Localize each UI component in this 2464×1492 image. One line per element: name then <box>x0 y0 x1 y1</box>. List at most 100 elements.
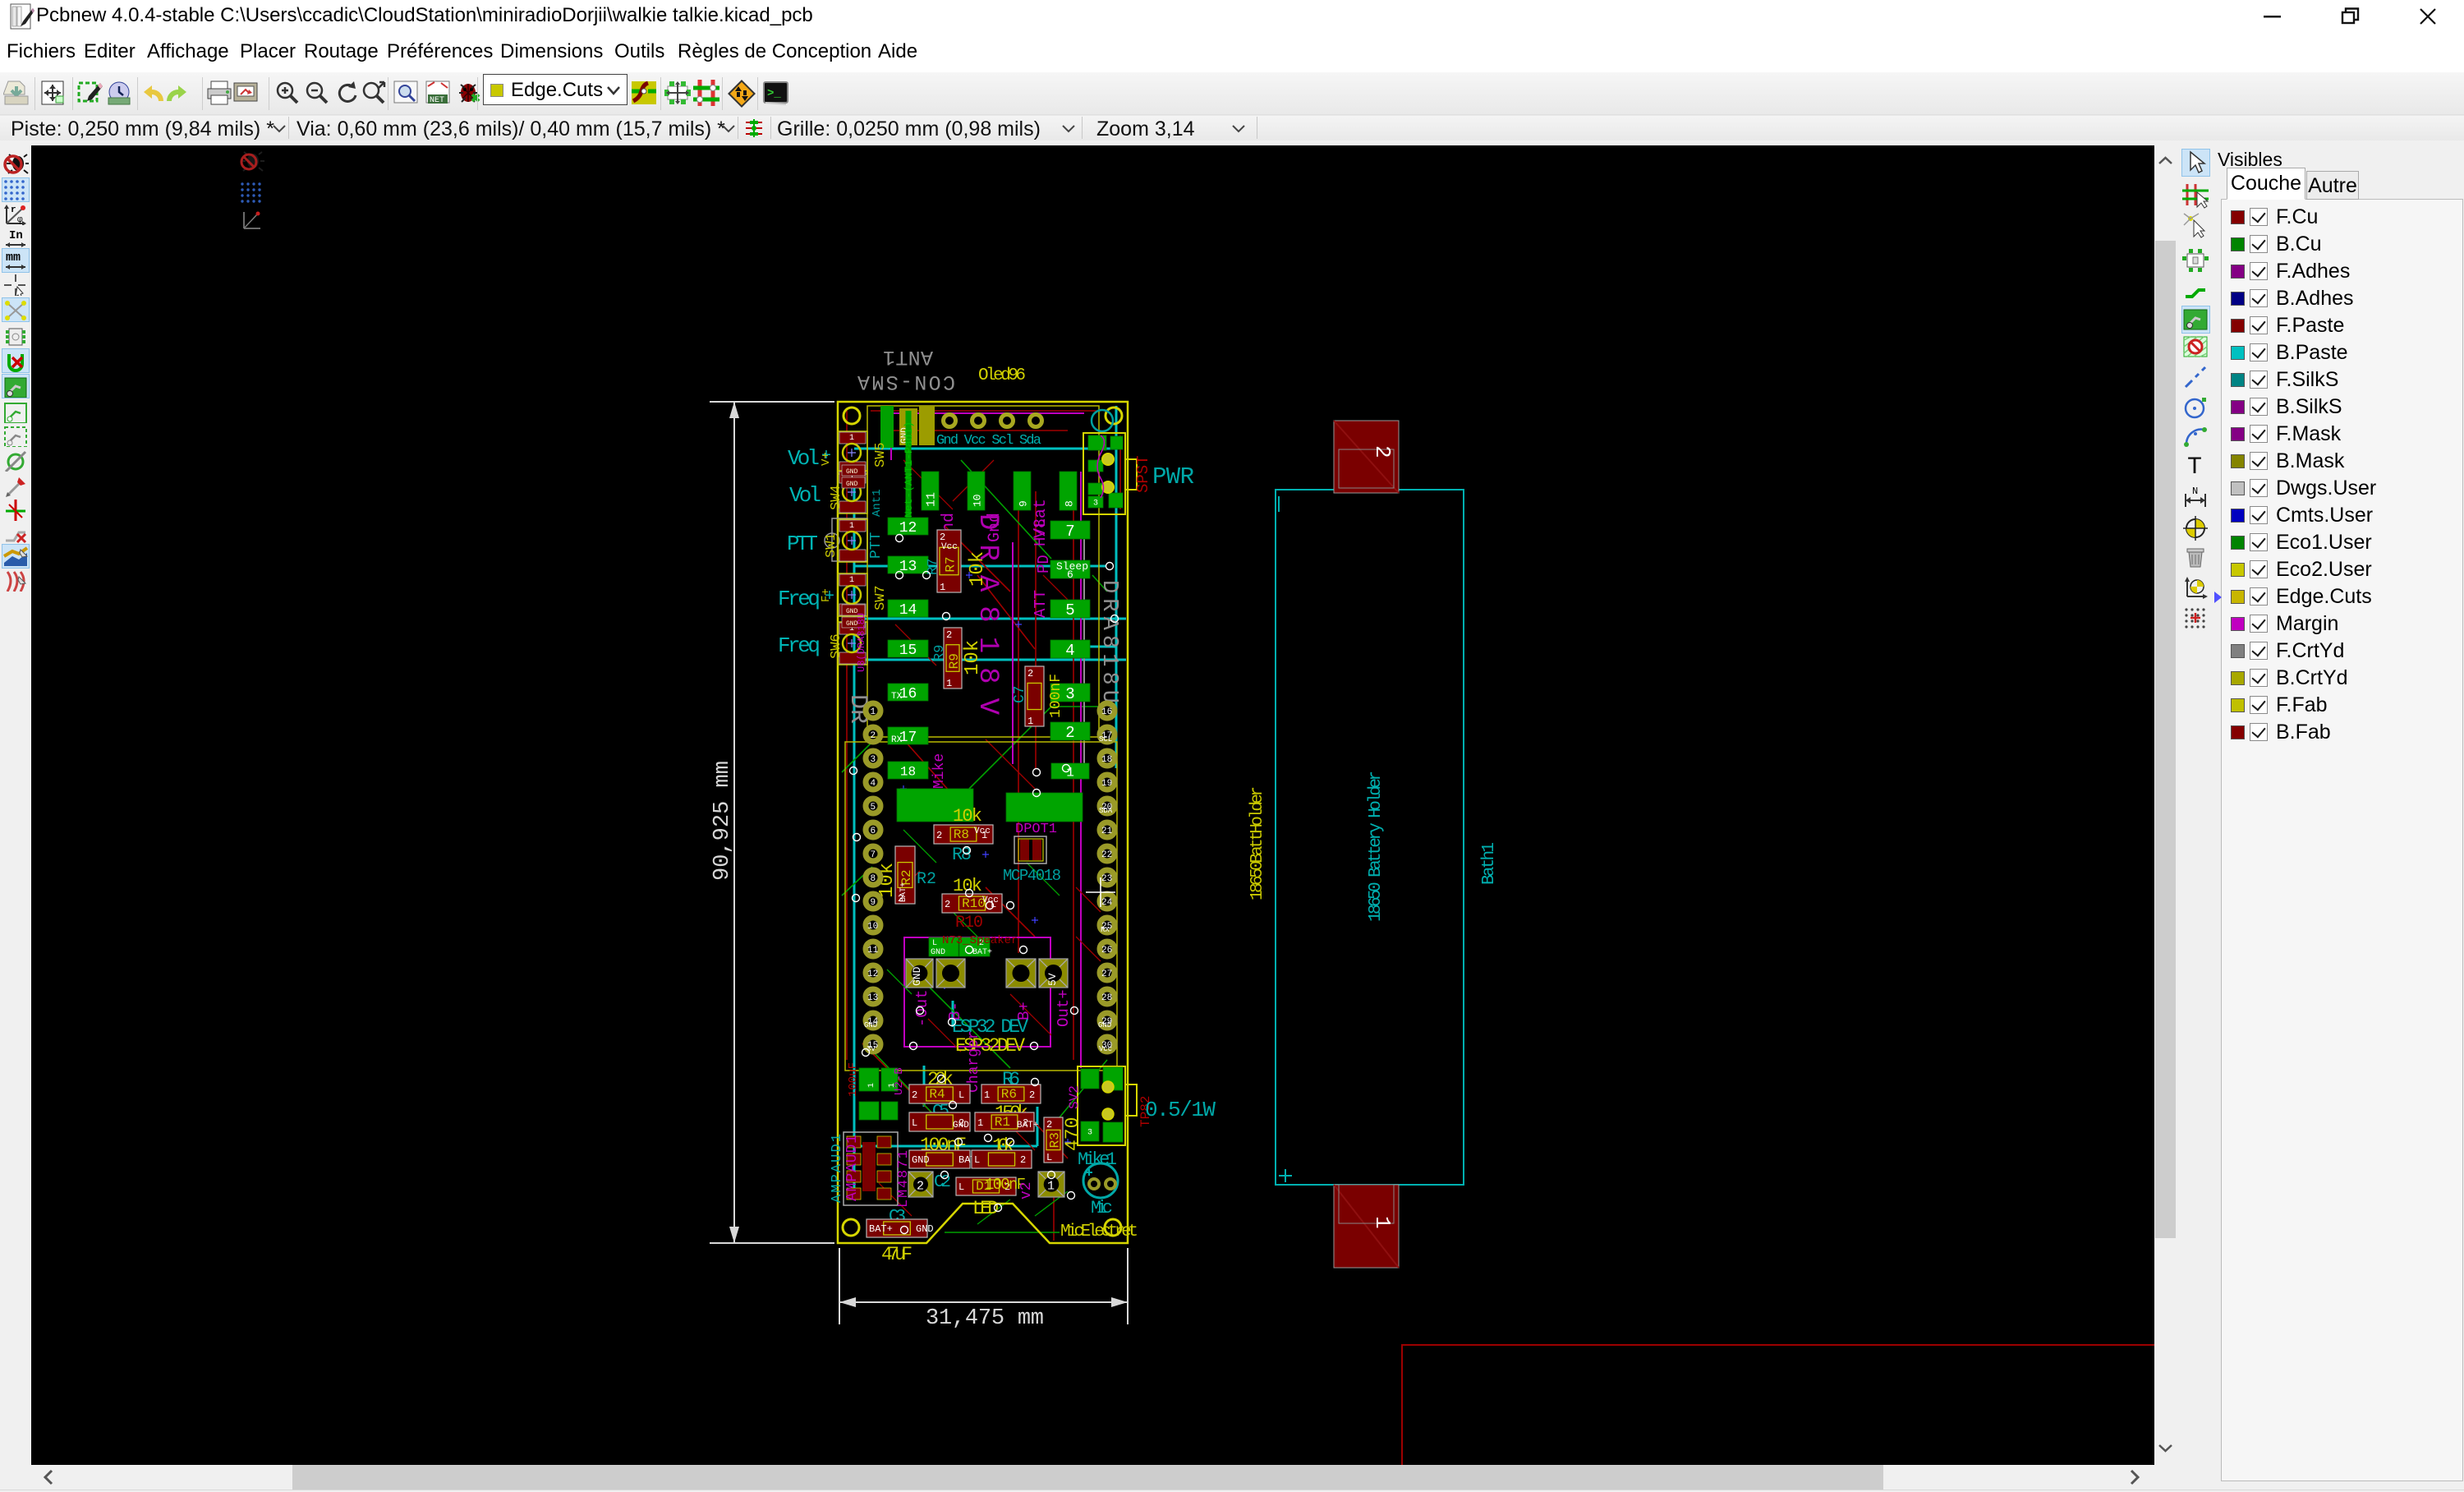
svg-text:12: 12 <box>899 520 917 536</box>
svg-text:90,925 mm: 90,925 mm <box>710 761 735 881</box>
svg-text:SV2: SV2 <box>1067 1085 1082 1109</box>
svg-text:1: 1 <box>940 582 945 593</box>
svg-text:DPOT1: DPOT1 <box>1015 822 1057 837</box>
svg-text:SW5: SW5 <box>873 442 889 467</box>
svg-text:L: L <box>932 939 937 948</box>
svg-text:24: 24 <box>1101 898 1113 908</box>
svg-text:2: 2 <box>1370 445 1395 458</box>
svg-text:18650BattHolder: 18650BattHolder <box>1248 786 1267 900</box>
svg-text:GND: GND <box>1098 1021 1111 1029</box>
svg-text:2: 2 <box>917 1180 924 1194</box>
svg-text:11: 11 <box>867 946 879 956</box>
svg-text:Vol: Vol <box>788 446 820 471</box>
svg-text:10k: 10k <box>953 876 982 896</box>
svg-text:16: 16 <box>1101 707 1112 717</box>
svg-text:1: 1 <box>871 707 876 717</box>
svg-text:N73_Speaker: N73_Speaker <box>942 934 1018 947</box>
svg-text:φ: φ <box>17 215 23 225</box>
svg-text:MicElectret: MicElectret <box>1060 1223 1138 1241</box>
svg-text:13: 13 <box>867 993 878 1003</box>
svg-text:4: 4 <box>871 779 876 789</box>
svg-text:H/L: H/L <box>1032 518 1050 546</box>
svg-text:R1: R1 <box>995 1115 1010 1130</box>
svg-text:BAT+: BAT+ <box>899 882 908 902</box>
svg-text:AMPAUD1: AMPAUD1 <box>830 1134 845 1203</box>
svg-text:2: 2 <box>936 830 942 841</box>
svg-text:100uF: 100uF <box>847 1062 860 1097</box>
svg-text:Net-(ANT1-Pad1): Net-(ANT1-Pad1) <box>903 421 915 518</box>
svg-text:mm: mm <box>6 251 21 265</box>
svg-text:R4: R4 <box>929 1087 945 1102</box>
svg-text:L: L <box>958 1181 964 1193</box>
svg-text:GND: GND <box>931 948 945 957</box>
svg-text:2: 2 <box>946 629 952 641</box>
svg-text:r: r <box>11 205 16 215</box>
svg-text:3: 3 <box>1093 500 1098 509</box>
svg-text:1: 1 <box>849 434 854 443</box>
svg-text:Vcc: Vcc <box>1099 1045 1112 1053</box>
svg-text:>_: >_ <box>767 87 781 100</box>
svg-text:2: 2 <box>1065 724 1074 742</box>
svg-text:31,475 mm: 31,475 mm <box>926 1306 1044 1331</box>
svg-text:22: 22 <box>1101 850 1112 860</box>
svg-text:PTT: PTT <box>868 532 885 559</box>
svg-text:2: 2 <box>1020 1154 1026 1166</box>
svg-text:1: 1 <box>984 1089 990 1101</box>
svg-text:26: 26 <box>1101 946 1112 956</box>
svg-text:2: 2 <box>912 1089 917 1101</box>
svg-text:R3: R3 <box>1048 1132 1063 1148</box>
svg-text:3: 3 <box>1087 1129 1092 1138</box>
svg-text:1: 1 <box>1047 1180 1055 1194</box>
svg-text:Freq: Freq <box>778 587 821 611</box>
svg-text:9: 9 <box>1018 500 1030 507</box>
svg-text:Vcc: Vcc <box>941 542 958 552</box>
svg-text:L: L <box>912 1117 917 1129</box>
svg-text:1: 1 <box>867 1083 876 1088</box>
svg-text:RX: RX <box>891 735 903 745</box>
svg-text:PTT: PTT <box>787 532 818 556</box>
svg-text:2: 2 <box>871 731 876 741</box>
svg-text:RX: RX <box>1101 926 1110 934</box>
svg-text:SW4: SW4 <box>829 485 844 510</box>
svg-text:C7: C7 <box>1012 685 1028 703</box>
svg-text:SW7: SW7 <box>873 585 889 610</box>
svg-text:R2: R2 <box>917 870 936 889</box>
svg-text:R9: R9 <box>932 645 948 661</box>
svg-text:GND: GND <box>846 468 858 476</box>
svg-text:SPST: SPST <box>1134 455 1152 493</box>
svg-text:AMPAUD1: AMPAUD1 <box>844 1135 861 1201</box>
svg-text:GND: GND <box>912 1154 930 1166</box>
svg-text:PD: PD <box>1035 555 1053 573</box>
svg-text:SDA: SDA <box>1099 807 1113 815</box>
svg-text:TX: TX <box>891 692 903 702</box>
svg-text:Vcc: Vcc <box>974 827 991 836</box>
svg-text:2: 2 <box>1046 1119 1052 1131</box>
svg-text:3: 3 <box>1065 685 1074 703</box>
svg-text:7: 7 <box>871 850 876 860</box>
svg-text:GND: GND <box>953 1121 969 1131</box>
svg-text:DRA818U: DRA818U <box>1096 580 1121 703</box>
svg-text:47uF: 47uF <box>881 1244 913 1265</box>
svg-text:R8: R8 <box>954 827 969 842</box>
svg-text:2: 2 <box>1027 668 1033 679</box>
svg-text:L: L <box>974 1154 980 1166</box>
svg-text:1: 1 <box>849 576 854 585</box>
svg-text:11: 11 <box>925 492 939 507</box>
svg-text:v2: v2 <box>1018 1181 1035 1200</box>
svg-text:18: 18 <box>1101 755 1112 765</box>
svg-text:GND: GND <box>864 1021 877 1029</box>
svg-text:Out+: Out+ <box>1055 989 1073 1027</box>
svg-text:12: 12 <box>867 969 878 979</box>
svg-text:19: 19 <box>1101 779 1112 789</box>
svg-text:SCL: SCL <box>1099 735 1112 744</box>
svg-text:23: 23 <box>1101 874 1112 884</box>
svg-text:10: 10 <box>867 922 878 932</box>
svg-text:100nF: 100nF <box>1048 674 1064 718</box>
svg-text:Oled96: Oled96 <box>978 366 1026 385</box>
svg-text:R6: R6 <box>1001 1087 1017 1102</box>
svg-text:Charger: Charger <box>966 1030 982 1093</box>
svg-text:8: 8 <box>871 874 876 884</box>
svg-text:ANT1: ANT1 <box>883 345 933 369</box>
svg-text:5: 5 <box>871 803 876 813</box>
svg-text:10: 10 <box>972 494 984 507</box>
